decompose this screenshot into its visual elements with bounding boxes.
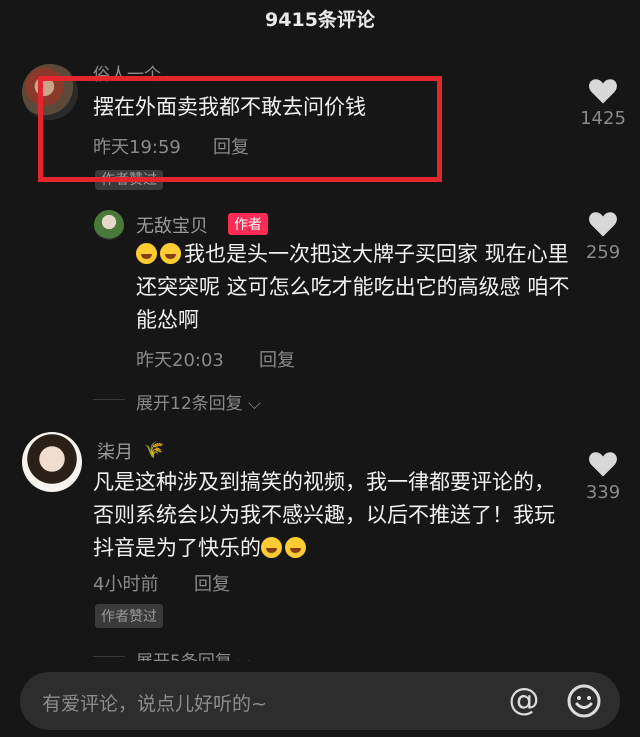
reply-button[interactable]: 回复 <box>259 346 295 372</box>
expand-replies-button[interactable]: 展开12条回复 ⌵ <box>136 389 261 414</box>
expand-replies-button[interactable]: 展开5条回复 ⌵ <box>136 647 250 661</box>
comment-text: 我也是头一次把这大牌子买回家 现在心里还突突呢 这可怎么吃才能吃出它的高级感 咱… <box>136 238 576 337</box>
comment-text-body: 凡是这种涉及到搞笑的视频，我一律都要评论的，否则系统会以为我不感兴趣，以后不推送… <box>93 470 555 560</box>
divider <box>93 399 125 400</box>
like-count: 259 <box>585 242 621 263</box>
avatar[interactable] <box>94 210 124 240</box>
like-count: 1425 <box>580 108 626 129</box>
heart-icon[interactable] <box>588 210 618 238</box>
smile-icon[interactable] <box>566 683 602 719</box>
author-liked-badge: 作者赞过 <box>95 604 163 628</box>
comment-text: 凡是这种涉及到搞笑的视频，我一律都要评论的，否则系统会以为我不感兴趣，以后不推送… <box>93 466 573 565</box>
author-tag: 作者 <box>228 213 268 235</box>
laugh-cry-emoji <box>160 243 181 264</box>
comments-count-title: 9415条评论 <box>265 9 375 31</box>
comments-header: 9415条评论 <box>0 0 640 42</box>
divider <box>93 656 125 657</box>
chevron-down-icon: ⌵ <box>232 652 250 661</box>
reply-button[interactable]: 回复 <box>194 570 230 596</box>
laugh-cry-emoji <box>285 537 306 558</box>
comment-username[interactable]: 柒月 <box>97 438 133 464</box>
heart-icon[interactable] <box>588 77 618 105</box>
chevron-down-icon: ⌵ <box>242 394 261 414</box>
comment-text-body: 我也是头一次把这大牌子买回家 现在心里还突突呢 这可怎么吃才能吃出它的高级感 咱… <box>136 242 570 332</box>
wheat-icon: 🌾 <box>144 440 164 459</box>
expand-replies-label: 展开5条回复 <box>136 652 232 661</box>
comment-time: 昨天20:03 <box>136 350 224 371</box>
laugh-cry-emoji <box>136 243 157 264</box>
highlight-box <box>38 76 442 182</box>
avatar[interactable] <box>22 432 82 492</box>
laugh-cry-emoji <box>261 537 282 558</box>
comment-username[interactable]: 无敌宝贝 <box>136 212 208 238</box>
expand-replies-label: 展开12条回复 <box>136 394 243 414</box>
heart-icon[interactable] <box>588 450 618 478</box>
comment-input-placeholder[interactable]: 有爱评论，说点儿好听的~ <box>42 689 267 716</box>
comment-time: 4小时前 <box>93 574 159 595</box>
like-count: 339 <box>585 482 621 503</box>
at-icon[interactable]: @ <box>505 682 543 720</box>
